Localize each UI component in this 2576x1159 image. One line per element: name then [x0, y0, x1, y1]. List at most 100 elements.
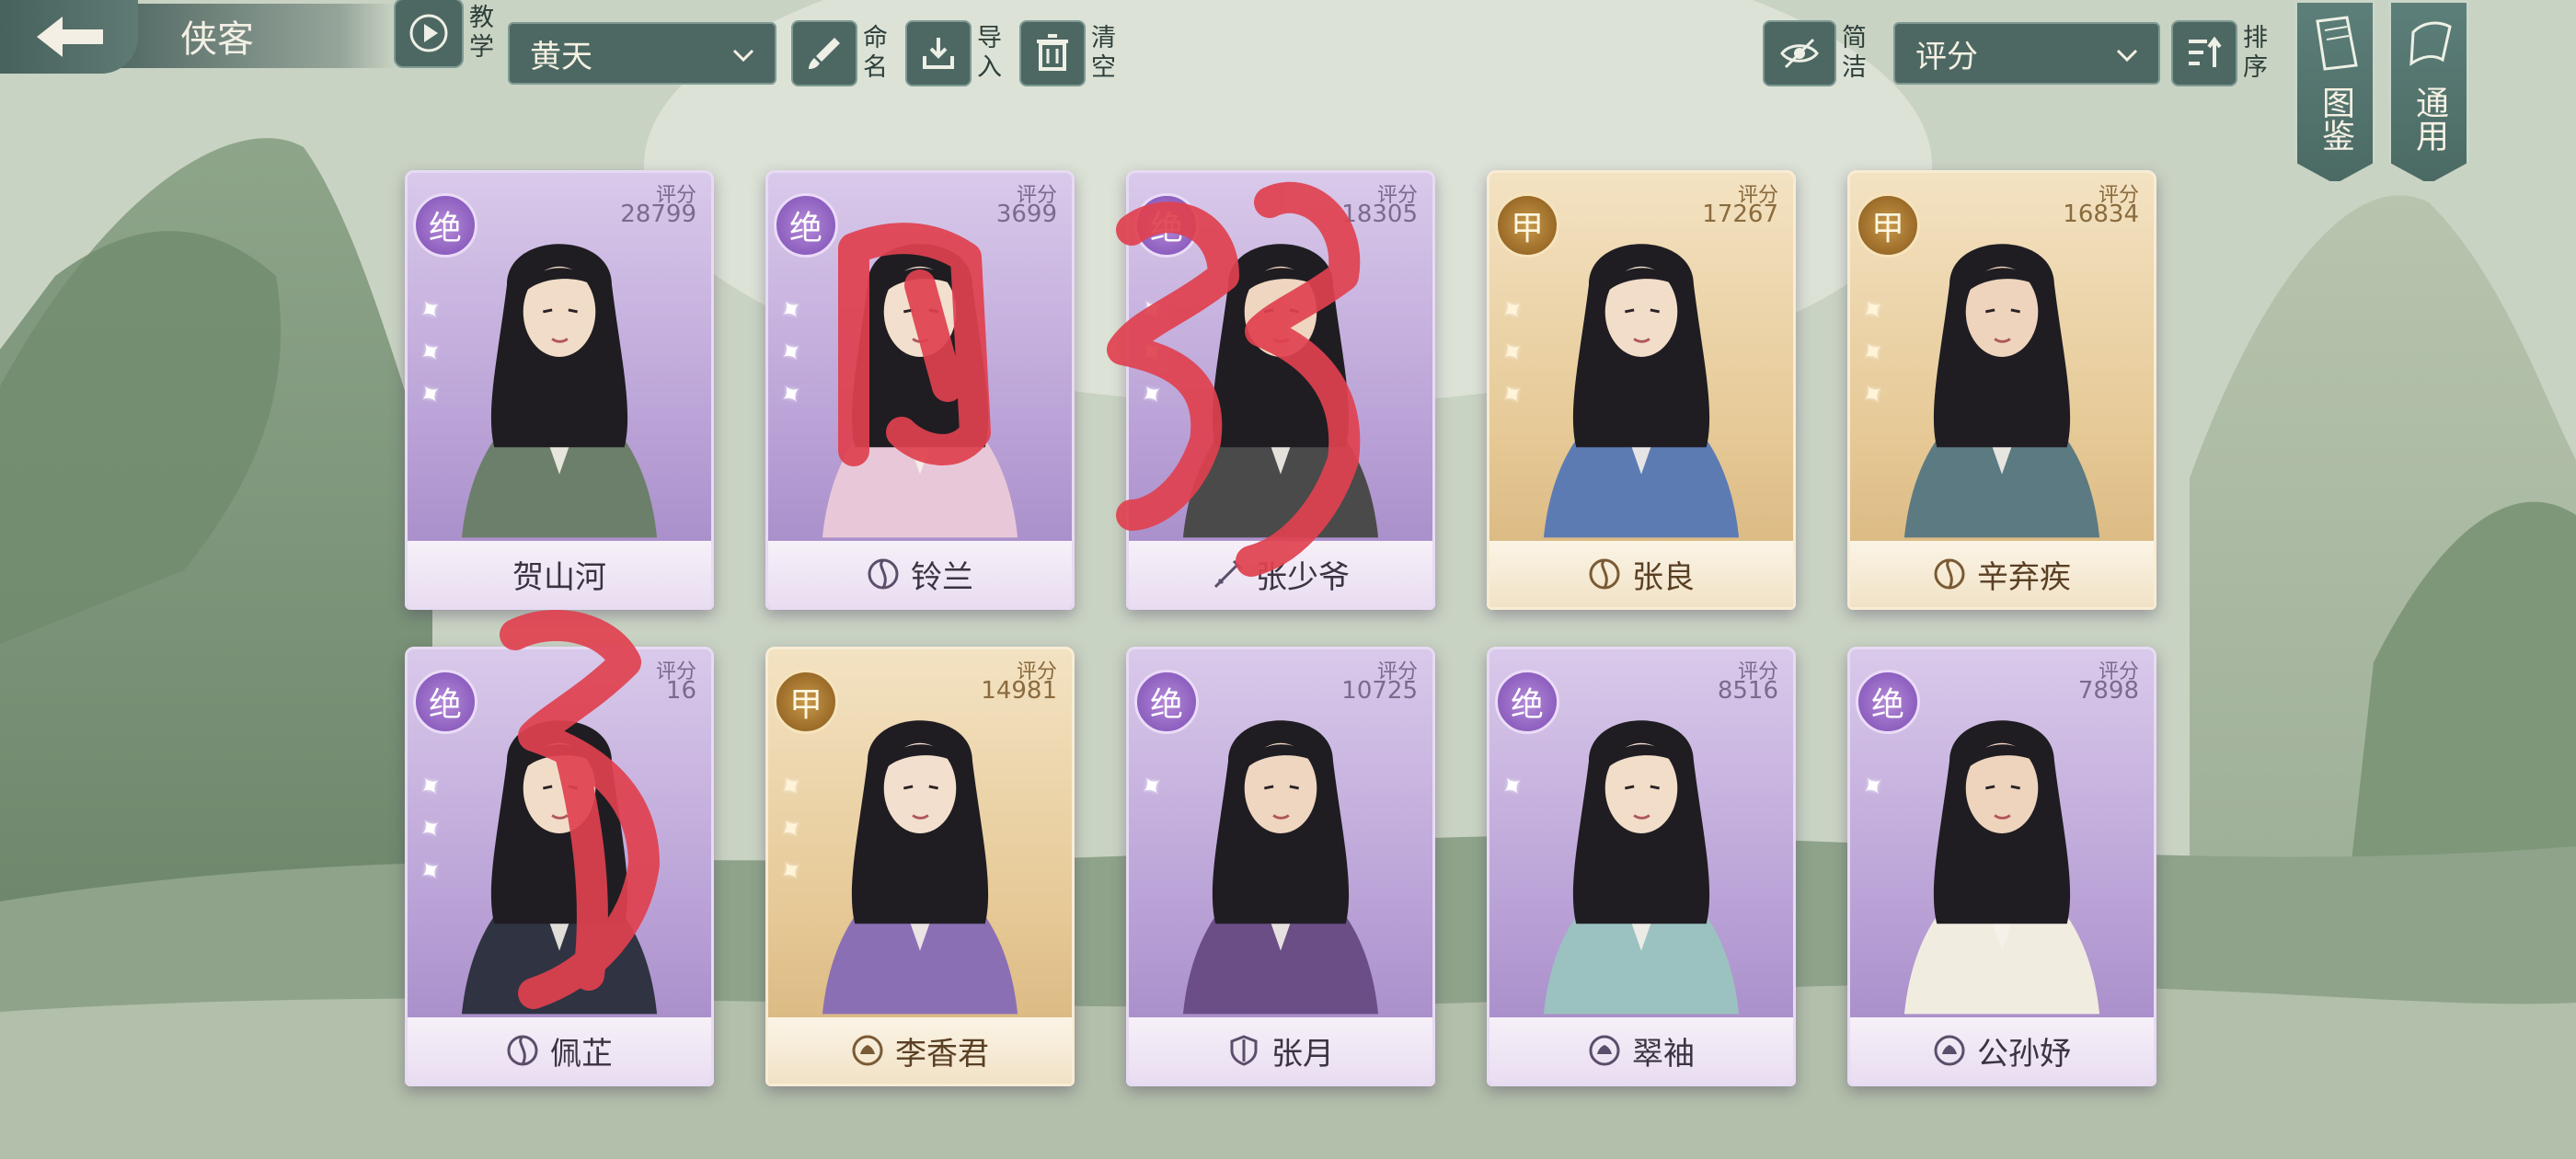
star-rating: ✦ ✦ ✦ [412, 767, 457, 896]
rank-badge: 绝 [774, 193, 838, 258]
chevron-down-icon [2116, 49, 2138, 63]
star-rating: ✦ [1855, 767, 1900, 811]
star-rating: ✦ ✦ ✦ [773, 291, 818, 419]
filter-select-value: 黄天 [530, 38, 592, 75]
character-card[interactable]: 评分 8516 绝 ✦ 翠袖 [1487, 647, 1796, 1086]
score-value: 18305 [1341, 201, 1418, 228]
sort-icon [2171, 20, 2237, 86]
simple-mode-button[interactable]: 简洁 [1763, 20, 1873, 86]
star-rating: ✦ ✦ ✦ [1855, 291, 1900, 419]
rank-badge: 绝 [1134, 670, 1199, 734]
character-card[interactable]: 评分 16 绝 ✦ ✦ ✦ 佩芷 [405, 647, 714, 1086]
sect-yinyang-icon [1933, 557, 1966, 591]
character-name-bar: 张月 [1129, 1017, 1432, 1084]
atlas-tab-label: 图鉴 [2317, 86, 2354, 152]
rename-label: 命名 [863, 24, 888, 82]
character-name: 辛弃疾 [1977, 558, 2071, 596]
score-value: 3699 [995, 201, 1057, 228]
character-name-bar: 张良 [1489, 541, 1793, 607]
import-button[interactable]: 导入 [905, 20, 1008, 86]
rank-badge: 绝 [1856, 670, 1920, 734]
character-name: 贺山河 [512, 558, 606, 596]
chevron-down-icon [732, 49, 754, 63]
character-card[interactable]: 评分 14981 甲 ✦ ✦ ✦ 李香君 [765, 647, 1075, 1086]
character-name-bar: 辛弃疾 [1850, 541, 2154, 607]
import-label: 导入 [977, 24, 1002, 82]
score-value: 14981 [981, 677, 1057, 705]
character-name-bar: 公孙妤 [1850, 1017, 2154, 1084]
character-name: 张少爷 [1256, 558, 1350, 596]
sect-lotus-icon [851, 1034, 884, 1067]
sort-select[interactable]: 评分 [1893, 22, 2160, 85]
character-name-bar: 铃兰 [768, 541, 1072, 607]
rank-badge: 甲 [774, 670, 838, 734]
star-rating: ✦ ✦ ✦ [773, 767, 818, 896]
character-name: 张月 [1271, 1035, 1334, 1073]
eye-hidden-icon [1763, 20, 1836, 86]
character-name: 铃兰 [911, 558, 973, 596]
character-name-bar: 翠袖 [1489, 1017, 1793, 1084]
sect-shield-icon [1227, 1034, 1260, 1067]
score-value: 16 [665, 677, 696, 705]
download-icon [905, 20, 972, 86]
simple-label: 简洁 [1842, 24, 1867, 82]
rank-badge: 绝 [1134, 193, 1199, 258]
character-card[interactable]: 评分 18305 绝 ✦ ✦ ✦ 张少爷 [1126, 170, 1435, 610]
clear-button[interactable]: 清空 [1019, 20, 1122, 86]
sect-lotus-icon [1933, 1034, 1966, 1067]
score-value: 7898 [2077, 677, 2139, 705]
sect-sword-icon [1212, 557, 1245, 591]
back-button[interactable] [0, 0, 138, 74]
trash-icon [1019, 20, 1086, 86]
sect-yinyang-icon [506, 1034, 539, 1067]
page-title: 侠客 [180, 18, 254, 61]
star-rating: ✦ ✦ ✦ [1494, 291, 1539, 419]
score-value: 28799 [620, 201, 696, 228]
star-rating: ✦ ✦ ✦ [1133, 291, 1179, 419]
star-rating: ✦ [1133, 767, 1179, 811]
character-name-bar: 李香君 [768, 1017, 1072, 1084]
back-arrow-icon [37, 17, 103, 57]
general-tab[interactable]: 通用 [2388, 0, 2469, 184]
character-name-bar: 张少爷 [1129, 541, 1432, 607]
scroll-icon [2409, 21, 2452, 66]
character-card[interactable]: 评分 17267 甲 ✦ ✦ ✦ 张良 [1487, 170, 1796, 610]
star-rating: ✦ ✦ ✦ [412, 291, 457, 419]
sort-select-value: 评分 [1915, 38, 1978, 75]
rank-badge: 绝 [413, 670, 477, 734]
atlas-tab[interactable]: 图鉴 [2294, 0, 2375, 184]
character-card[interactable]: 评分 16834 甲 ✦ ✦ ✦ 辛弃疾 [1847, 170, 2156, 610]
top-toolbar: 侠客 教学 黄天 命名 导入 清空 简洁 评分 排序 图鉴 通用 [0, 0, 2576, 184]
filter-select[interactable]: 黄天 [508, 22, 776, 85]
score-value: 16834 [2063, 201, 2139, 228]
character-name: 公孙妤 [1977, 1035, 2071, 1073]
brush-icon [791, 20, 857, 86]
sect-lotus-icon [1588, 1034, 1621, 1067]
sort-order-button[interactable]: 排序 [2171, 20, 2274, 86]
character-name-bar: 佩芷 [408, 1017, 711, 1084]
score-value: 17267 [1702, 201, 1778, 228]
character-name: 佩芷 [550, 1035, 613, 1073]
clear-label: 清空 [1091, 24, 1116, 82]
rank-badge: 甲 [1856, 193, 1920, 258]
rank-badge: 绝 [1495, 670, 1559, 734]
character-name: 张良 [1632, 558, 1695, 596]
play-icon [394, 0, 464, 68]
tutorial-button[interactable]: 教学 [394, 0, 500, 68]
rename-button[interactable]: 命名 [791, 20, 894, 86]
rank-badge: 绝 [413, 193, 477, 258]
character-card[interactable]: 评分 7898 绝 ✦ 公孙妤 [1847, 647, 2156, 1086]
score-value: 8516 [1717, 677, 1778, 705]
rank-badge: 甲 [1495, 193, 1559, 258]
sort-label: 排序 [2243, 24, 2268, 82]
page-title-plate: 侠客 [120, 4, 396, 68]
sect-yinyang-icon [1588, 557, 1621, 591]
star-rating: ✦ [1494, 767, 1539, 811]
tutorial-label: 教学 [469, 4, 494, 62]
character-card[interactable]: 评分 10725 绝 ✦ 张月 [1126, 647, 1435, 1086]
score-value: 10725 [1341, 677, 1418, 705]
character-card[interactable]: 评分 3699 绝 ✦ ✦ ✦ 铃兰 [765, 170, 1075, 610]
character-card[interactable]: 评分 28799 绝 ✦ ✦ ✦ 贺山河 [405, 170, 714, 610]
general-tab-label: 通用 [2410, 86, 2448, 152]
character-name: 李香君 [895, 1035, 989, 1073]
